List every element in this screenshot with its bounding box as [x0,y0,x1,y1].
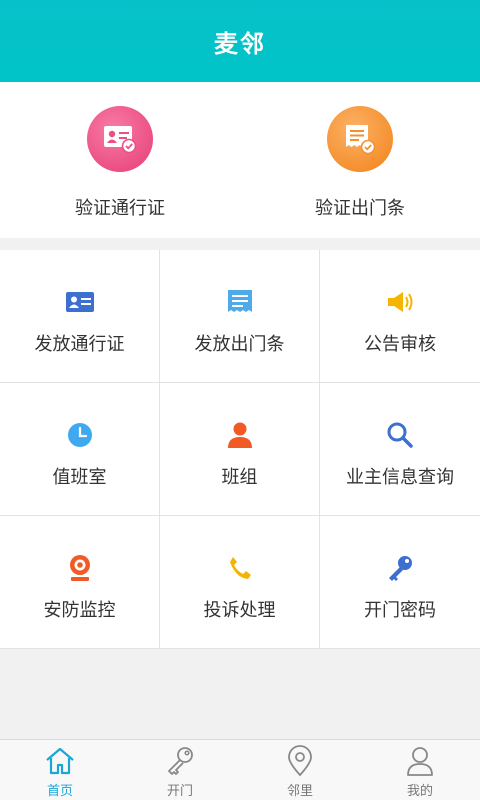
grid-item-label: 值班室 [52,467,107,488]
grid-item-label: 投诉处理 [203,600,276,621]
receipt-icon [224,286,256,318]
tab-open-door-label: 开门 [166,784,193,799]
security-monitor-button[interactable]: 安防监控 [0,516,160,649]
grid-item-label: 发放通行证 [34,334,125,355]
tab-mine[interactable]: 我的 [360,740,480,800]
app-title: 麦邻 [214,29,266,58]
verify-pass-label: 验证通行证 [75,198,165,219]
webcam-icon [64,552,96,584]
search-icon [384,419,416,451]
complaint-handling-button[interactable]: 投诉处理 [160,516,320,649]
phone-icon [224,552,256,584]
receipt-check-icon [327,106,393,172]
grid-item-label: 班组 [221,467,258,488]
grid-item-label: 开门密码 [364,600,436,621]
app-header: 麦邻 [0,0,480,82]
map-pin-icon [284,745,316,777]
tab-neighborhood[interactable]: 邻里 [240,740,360,800]
key-outline-icon [164,745,196,777]
verify-panel: 验证通行证 验证出门条 [0,82,480,238]
user-icon [404,745,436,777]
bottom-tab-bar: 首页 开门 邻里 我的 [0,739,480,800]
owner-info-query-button[interactable]: 业主信息查询 [320,383,480,516]
announcement-review-button[interactable]: 公告审核 [320,250,480,383]
grid-item-label: 公告审核 [364,334,436,355]
clock-icon [64,419,96,451]
tab-home-label: 首页 [46,784,73,799]
verify-exit-slip-label: 验证出门条 [315,198,405,219]
duty-room-button[interactable]: 值班室 [0,383,160,516]
verify-pass-button[interactable]: 验证通行证 [0,82,240,238]
id-card-check-icon [87,106,153,172]
grid-item-label: 安防监控 [43,600,116,621]
verify-exit-slip-button[interactable]: 验证出门条 [240,82,480,238]
feature-grid: 发放通行证 发放出门条 公告审核 值班室 班组 业主信息查询 安防监控 投诉处理… [0,250,480,649]
tab-neighborhood-label: 邻里 [286,784,313,799]
home-icon [44,745,76,777]
team-button[interactable]: 班组 [160,383,320,516]
issue-pass-button[interactable]: 发放通行证 [0,250,160,383]
tab-mine-label: 我的 [406,784,433,799]
id-card-icon [64,286,96,318]
tab-home[interactable]: 首页 [0,740,120,800]
key-icon [384,552,416,584]
door-password-button[interactable]: 开门密码 [320,516,480,649]
grid-item-label: 发放出门条 [194,334,285,355]
person-icon [224,419,256,451]
megaphone-icon [384,286,416,318]
issue-exit-slip-button[interactable]: 发放出门条 [160,250,320,383]
tab-open-door[interactable]: 开门 [120,740,240,800]
grid-item-label: 业主信息查询 [346,467,454,488]
